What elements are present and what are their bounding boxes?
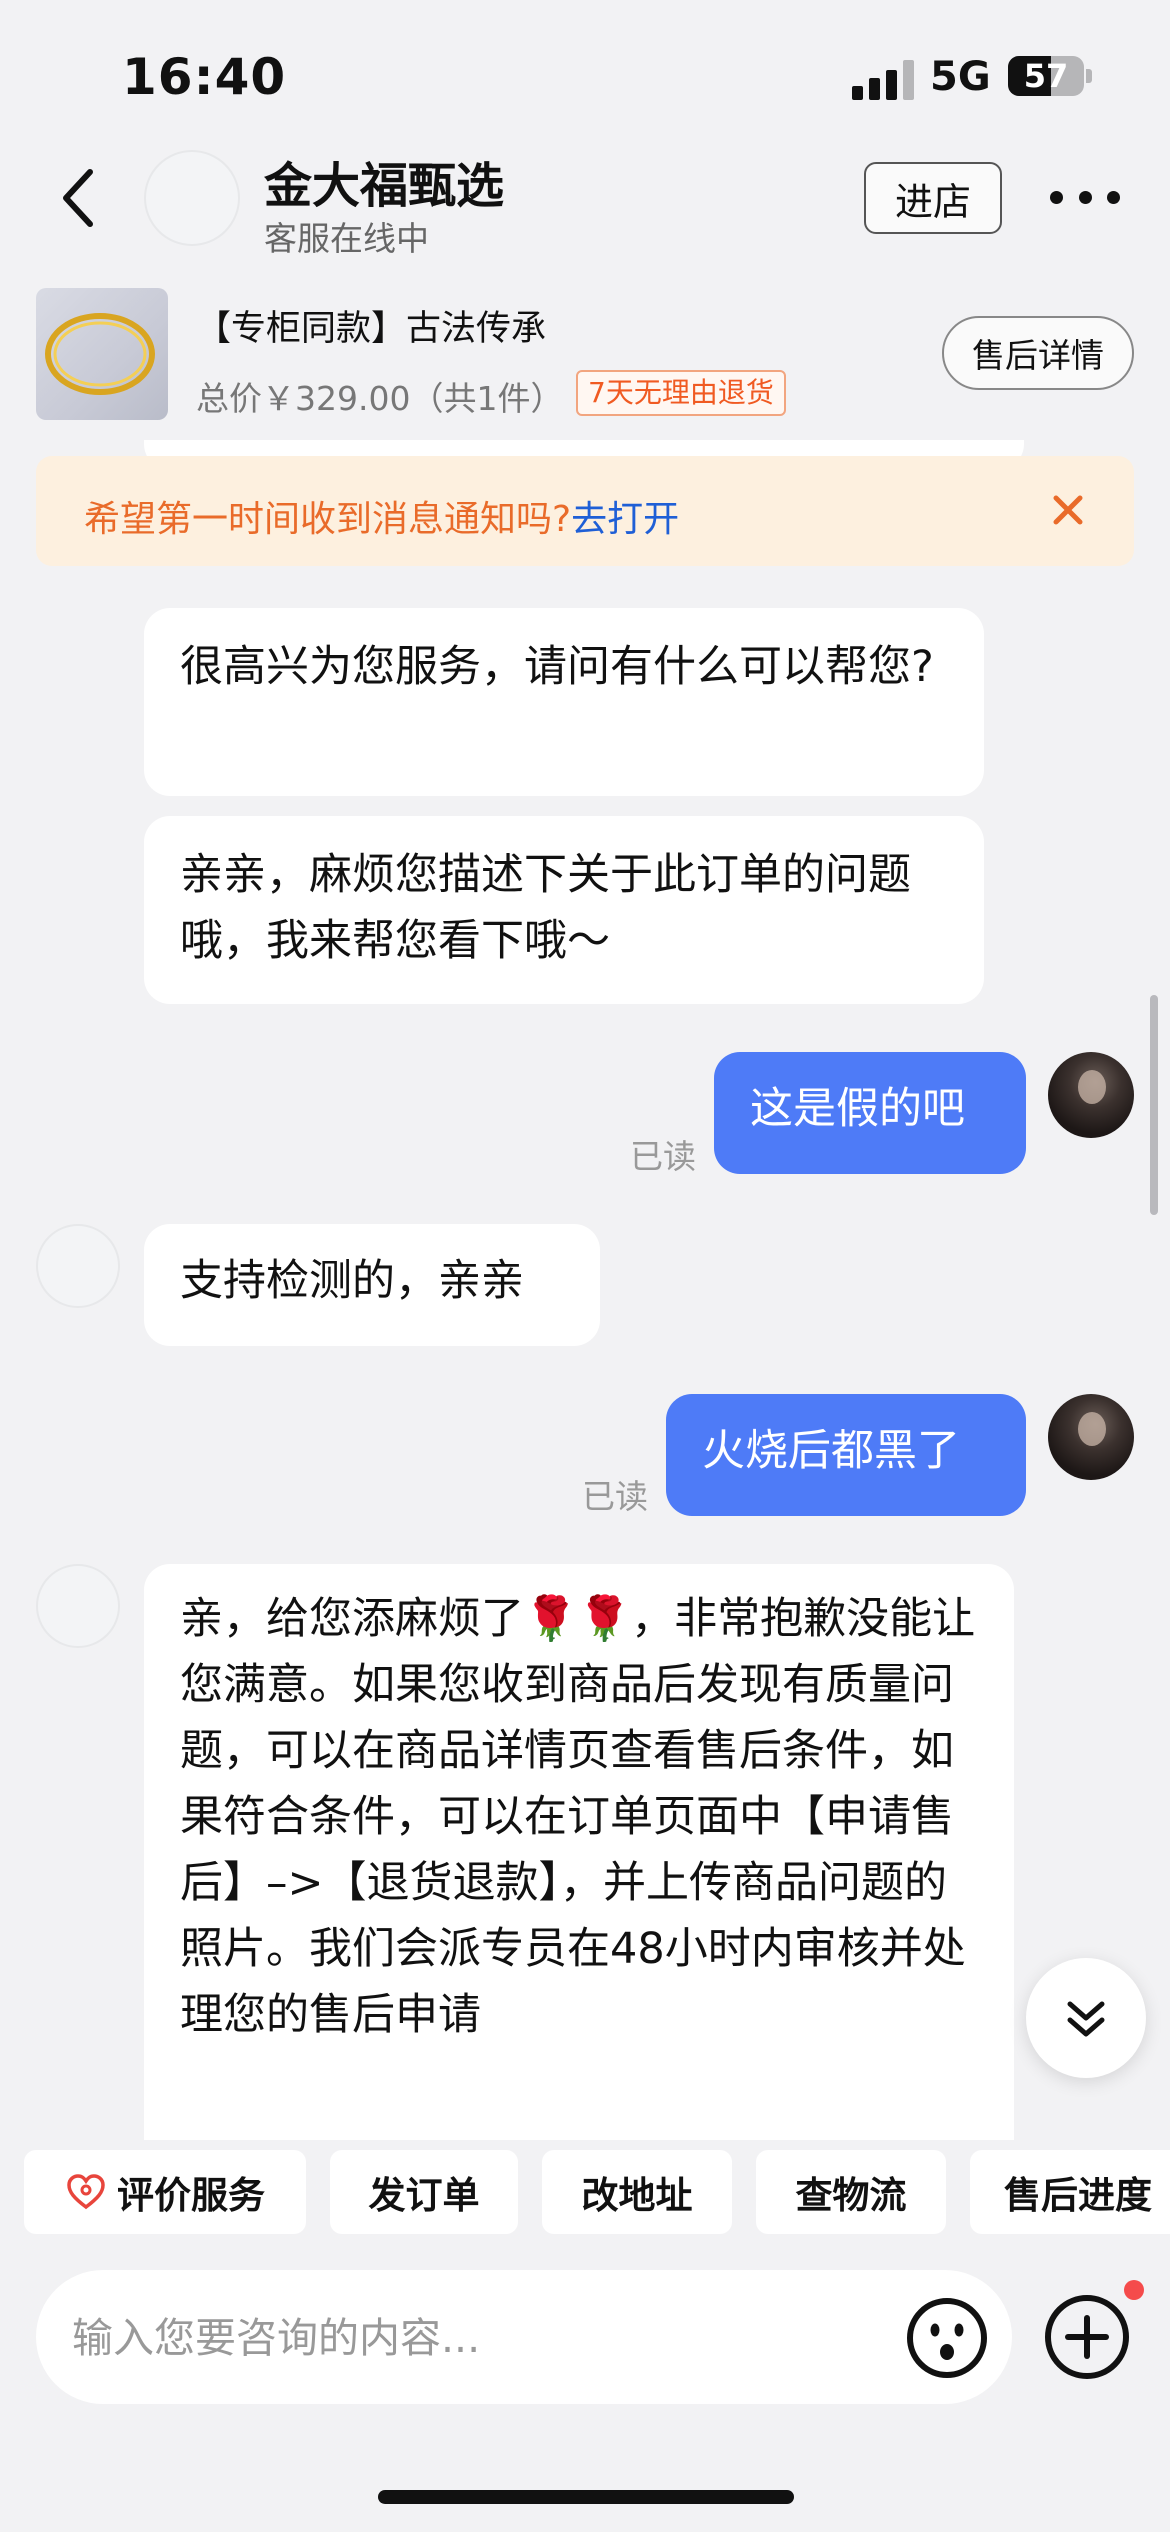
product-title[interactable]: 【专柜同款】古法传承 xyxy=(196,300,546,351)
user-avatar[interactable] xyxy=(1048,1052,1134,1138)
heart-icon xyxy=(67,2174,105,2210)
message-input[interactable] xyxy=(72,2310,852,2366)
product-image[interactable] xyxy=(36,288,168,420)
rate-service-button[interactable]: 评价服务 xyxy=(24,2150,306,2234)
battery-tip xyxy=(1086,69,1092,83)
track-shipping-button[interactable]: 查物流 xyxy=(756,2150,946,2234)
agent-message-bubble: 亲，给您添麻烦了🌹🌹，非常抱歉没能让您满意。如果您收到商品后发现有质量问题，可以… xyxy=(144,1564,1014,2140)
back-arrow-icon xyxy=(63,169,93,227)
battery-icon: 57 xyxy=(1008,56,1084,96)
agent-avatar[interactable] xyxy=(36,1564,120,1648)
shop-name: 金大福甄选 xyxy=(264,158,505,214)
notification-message: 希望第一时间收到消息通知吗? xyxy=(84,499,572,540)
user-message-bubble: 这是假的吧 xyxy=(714,1052,1026,1174)
return-policy-badge: 7天无理由退货 xyxy=(576,370,786,416)
quick-actions-bar: 评价服务 发订单 改地址 查物流 售后进度 xyxy=(0,2140,1170,2250)
user-message-bubble: 火烧后都黑了 xyxy=(666,1394,1026,1516)
change-address-button[interactable]: 改地址 xyxy=(542,2150,732,2234)
shop-avatar[interactable] xyxy=(144,150,240,246)
chevron-double-down-icon xyxy=(1067,2001,1105,2037)
agent-message-bubble: 亲亲，麻烦您描述下关于此订单的问题哦，我来帮您看下哦～ xyxy=(144,816,984,1004)
bangle-image xyxy=(45,313,155,395)
status-time: 16:40 xyxy=(122,48,287,106)
enter-store-button[interactable]: 进店 xyxy=(864,162,1002,234)
home-indicator[interactable] xyxy=(378,2490,794,2504)
close-icon[interactable] xyxy=(1046,488,1090,532)
enable-notification-link[interactable]: 去打开 xyxy=(571,499,679,540)
chat-screen: 16:40 5G 57 金大福甄选 客服在线中 进店 【专柜同款】古法传承 总价… xyxy=(0,0,1170,2532)
shop-status: 客服在线中 xyxy=(264,219,429,258)
back-button[interactable] xyxy=(48,160,108,236)
emoji-icon[interactable] xyxy=(904,2295,990,2381)
signal-icon xyxy=(852,60,914,100)
notification-banner: 希望第一时间收到消息通知吗?去打开 xyxy=(36,456,1134,566)
scrollbar[interactable] xyxy=(1150,995,1158,1215)
notification-text: 希望第一时间收到消息通知吗?去打开 xyxy=(84,490,679,542)
battery-level: 57 xyxy=(1023,57,1069,95)
rate-service-label: 评价服务 xyxy=(117,2174,265,2217)
agent-message-bubble: 支持检测的，亲亲 xyxy=(144,1224,600,1346)
user-avatar[interactable] xyxy=(1048,1394,1134,1480)
notification-dot xyxy=(1124,2280,1144,2300)
send-order-button[interactable]: 发订单 xyxy=(330,2150,518,2234)
network-type: 5G xyxy=(930,54,991,100)
message-input-bar xyxy=(36,2270,1012,2404)
product-price: 总价￥329.00（共1件） xyxy=(196,379,564,418)
agent-message-bubble: 很高兴为您服务，请问有什么可以帮您? xyxy=(144,608,984,796)
read-status: 已读 xyxy=(630,1137,696,1176)
more-button[interactable] xyxy=(1050,182,1120,212)
more-icon xyxy=(1050,190,1063,204)
chat-area[interactable]: 很高兴为您服务，请问有什么可以帮您? 亲亲，麻烦您描述下关于此订单的问题哦，我来… xyxy=(0,440,1170,2140)
after-sale-progress-button[interactable]: 售后进度 xyxy=(970,2150,1170,2234)
top-bar: 16:40 5G 57 金大福甄选 客服在线中 进店 【专柜同款】古法传承 总价… xyxy=(0,0,1170,440)
plus-icon[interactable] xyxy=(1042,2292,1132,2382)
read-status: 已读 xyxy=(582,1477,648,1516)
scroll-to-bottom-button[interactable] xyxy=(1026,1958,1146,2078)
after-sale-details-button[interactable]: 售后详情 xyxy=(942,316,1134,390)
more-icon xyxy=(1107,190,1120,204)
agent-avatar[interactable] xyxy=(36,1224,120,1308)
more-icon xyxy=(1078,190,1092,204)
